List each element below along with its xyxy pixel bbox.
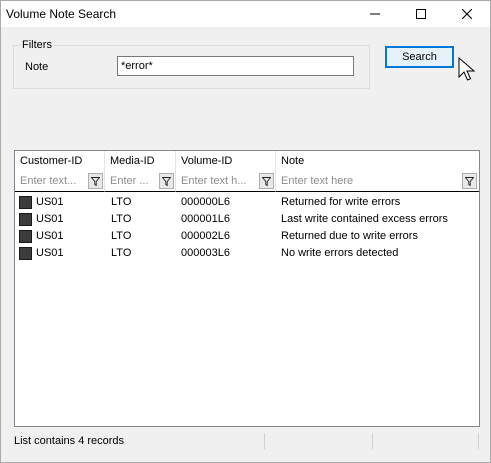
table-row[interactable]: US01 LTO 000002L6 Returned due to write … — [15, 228, 479, 245]
filter-placeholder-media-id: Enter ... — [110, 175, 149, 187]
maximize-button[interactable] — [398, 1, 444, 27]
search-button[interactable]: Search — [385, 46, 454, 68]
funnel-icon — [91, 176, 100, 186]
column-header-media-id[interactable]: Media-ID — [105, 151, 176, 171]
cell-media-id: LTO — [111, 213, 132, 225]
table-row[interactable]: US01 LTO 000003L6 No write errors detect… — [15, 245, 479, 262]
cell-volume-id: 000003L6 — [181, 247, 230, 259]
column-header-note[interactable]: Note — [276, 151, 480, 171]
cell-customer-id: US01 — [36, 247, 64, 259]
column-header-volume-id[interactable]: Volume-ID — [176, 151, 276, 171]
mouse-pointer-icon — [458, 57, 476, 81]
filters-legend: Filters — [20, 39, 54, 51]
filter-placeholder-note: Enter text here — [281, 175, 354, 187]
filter-cell-note[interactable]: Enter text here — [276, 171, 479, 192]
funnel-icon — [465, 176, 474, 186]
cell-customer-id: US01 — [36, 196, 64, 208]
close-icon — [462, 9, 472, 19]
volume-note-search-window: Volume Note Search Filters Note Search C… — [0, 0, 491, 463]
cell-media-id: LTO — [111, 247, 132, 259]
funnel-icon — [162, 176, 171, 186]
cell-volume-id: 000000L6 — [181, 196, 230, 208]
cell-customer-id: US01 — [36, 230, 64, 242]
tape-volume-icon — [19, 230, 32, 243]
cell-volume-id: 000001L6 — [181, 213, 230, 225]
status-bar: List contains 4 records — [1, 431, 490, 462]
cell-note: Returned for write errors — [281, 196, 401, 208]
filter-placeholder-volume-id: Enter text h... — [181, 175, 247, 187]
filter-cell-media-id[interactable]: Enter ... — [105, 171, 176, 192]
cell-note: Returned due to write errors — [281, 230, 418, 242]
minimize-button[interactable] — [352, 1, 398, 27]
tape-volume-icon — [19, 213, 32, 226]
filter-button-note[interactable] — [462, 173, 477, 189]
tape-volume-icon — [19, 247, 32, 260]
tape-volume-icon — [19, 196, 32, 209]
cell-note: No write errors detected — [281, 247, 399, 259]
results-table: Customer-ID Media-ID Volume-ID Note Ente… — [14, 150, 480, 427]
cell-volume-id: 000002L6 — [181, 230, 230, 242]
column-header-customer-id[interactable]: Customer-ID — [15, 151, 105, 171]
filter-button-media-id[interactable] — [159, 173, 174, 189]
status-separator — [372, 433, 373, 449]
filter-cell-customer-id[interactable]: Enter text... — [15, 171, 105, 192]
table-row[interactable]: US01 LTO 000000L6 Returned for write err… — [15, 194, 479, 211]
note-label: Note — [25, 61, 49, 73]
status-separator — [478, 433, 479, 449]
filter-placeholder-customer-id: Enter text... — [20, 175, 77, 187]
status-text: List contains 4 records — [14, 435, 125, 447]
status-separator — [264, 433, 265, 449]
title-bar: Volume Note Search — [1, 1, 490, 27]
table-row[interactable]: US01 LTO 000001L6 Last write contained e… — [15, 211, 479, 228]
filter-button-volume-id[interactable] — [259, 173, 274, 189]
filter-button-customer-id[interactable] — [88, 173, 103, 189]
filter-cell-volume-id[interactable]: Enter text h... — [176, 171, 276, 192]
window-title: Volume Note Search — [6, 7, 117, 21]
cell-note: Last write contained excess errors — [281, 213, 448, 225]
cell-media-id: LTO — [111, 196, 132, 208]
cell-media-id: LTO — [111, 230, 132, 242]
minimize-icon — [370, 13, 380, 15]
funnel-icon — [262, 176, 271, 186]
maximize-icon — [416, 9, 426, 19]
note-field[interactable] — [117, 56, 354, 76]
close-button[interactable] — [444, 1, 490, 27]
cell-customer-id: US01 — [36, 213, 64, 225]
